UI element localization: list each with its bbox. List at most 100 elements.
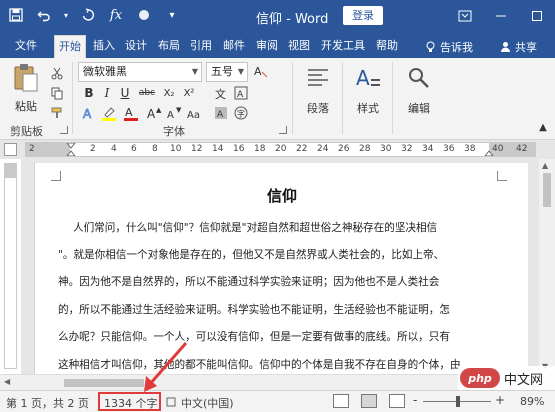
web-layout-icon[interactable]: [389, 394, 405, 408]
italic-button[interactable]: I: [98, 84, 116, 102]
group-divider: [342, 62, 343, 134]
minimize-icon[interactable]: [483, 0, 519, 32]
tab-home[interactable]: 开始: [54, 35, 86, 58]
strikethrough-button[interactable]: abc: [136, 84, 158, 102]
tab-developer[interactable]: 开发工具: [317, 35, 369, 58]
collapse-ribbon-icon[interactable]: ▲: [534, 118, 552, 136]
language-status[interactable]: 中文(中国): [181, 395, 234, 411]
paragraph-icon: [302, 62, 334, 94]
read-mode-icon[interactable]: [333, 394, 349, 408]
watermark-text: 中文网: [504, 372, 544, 388]
phonetic-guide-icon[interactable]: 文: [212, 84, 230, 102]
clear-format-icon[interactable]: A: [252, 62, 270, 80]
ribbon-display-icon[interactable]: [447, 0, 483, 32]
tab-insert[interactable]: 插入: [90, 35, 118, 58]
paragraph-line: 这种相信才叫信仰，其他的都不能叫信仰。信仰中的个体是自我不存在自身的个体，由: [58, 359, 461, 371]
tab-selector-icon[interactable]: [4, 143, 17, 156]
login-button[interactable]: 登录: [343, 6, 383, 25]
formula-icon[interactable]: fx: [106, 5, 126, 25]
zoom-in-button[interactable]: +: [495, 393, 505, 407]
window-title: 信仰 - Word: [256, 12, 329, 27]
tab-file[interactable]: 文件: [10, 35, 42, 58]
vertical-ruler[interactable]: [4, 163, 17, 369]
ruler-label: 4: [111, 144, 117, 154]
clipboard-launcher-icon[interactable]: [60, 126, 68, 134]
ruler-label: 30: [380, 144, 392, 154]
font-grow-icon[interactable]: A ▲: [146, 104, 164, 122]
document-page[interactable]: 信仰 人们常问，什么叫"信仰"？信仰就是"对超自然和超世俗之神秘存在的坚决相信 …: [34, 163, 528, 374]
svg-text:▼: ▼: [176, 106, 182, 114]
underline-button[interactable]: U: [116, 84, 134, 102]
format-painter-icon[interactable]: [48, 104, 66, 122]
ruler-label: 14: [212, 144, 224, 154]
editing-button[interactable]: 编辑: [403, 62, 435, 116]
scroll-left-icon[interactable]: ◀: [4, 377, 10, 386]
lightbulb-icon: [426, 41, 435, 52]
copy-icon[interactable]: [48, 84, 66, 102]
highlight-color-icon[interactable]: [100, 104, 118, 122]
font-shrink-icon[interactable]: A ▼: [166, 104, 184, 122]
right-indent-marker-icon[interactable]: [484, 148, 494, 156]
paragraph-line: "。就是你相信一个对象他是存在的，但他又不是自然界或人类社会的，比如上帝、: [58, 249, 445, 261]
quick-access-toolbar: ▾ fx ▾: [6, 5, 182, 25]
character-shading-icon[interactable]: A: [212, 104, 230, 122]
save-icon[interactable]: [6, 5, 26, 25]
font-color-icon[interactable]: A: [122, 104, 140, 122]
editing-icon: [403, 62, 435, 94]
scroll-up-icon[interactable]: ▲: [542, 161, 548, 170]
cut-icon[interactable]: [48, 64, 66, 82]
ruler-label: 22: [296, 144, 308, 154]
scroll-thumb[interactable]: [64, 379, 144, 387]
scroll-thumb[interactable]: [543, 173, 551, 207]
tab-references[interactable]: 引用: [187, 35, 215, 58]
horizontal-ruler[interactable]: 2 2 4 6 8 10 12 14 16 18 20 22 24 26 28 …: [25, 142, 536, 157]
zoom-out-button[interactable]: -: [413, 393, 417, 407]
tab-help[interactable]: 帮助: [373, 35, 401, 58]
redo-icon[interactable]: [78, 5, 98, 25]
tab-review[interactable]: 审阅: [253, 35, 281, 58]
group-divider: [392, 62, 393, 134]
zoom-slider-handle[interactable]: [456, 396, 460, 407]
font-launcher-icon[interactable]: [279, 126, 287, 134]
paste-button[interactable]: 粘贴: [10, 62, 42, 114]
styles-icon: A: [352, 62, 384, 94]
paragraph-button[interactable]: 段落: [302, 62, 334, 116]
svg-text:A: A: [217, 110, 224, 120]
zoom-level[interactable]: 89%: [520, 395, 544, 408]
print-layout-icon[interactable]: [361, 394, 377, 408]
superscript-button[interactable]: X²: [180, 84, 198, 102]
bold-button[interactable]: B: [80, 84, 98, 102]
maximize-icon[interactable]: [519, 0, 555, 32]
styles-label: 样式: [357, 102, 379, 115]
ruler-label: 34: [422, 144, 434, 154]
ruler-label: 38: [464, 144, 476, 154]
ruler-label: 42: [516, 144, 528, 154]
tell-me-box[interactable]: 告诉我: [425, 39, 473, 55]
styles-button[interactable]: A 样式: [352, 62, 384, 116]
share-button[interactable]: 共享: [500, 39, 537, 55]
word-count-highlight-box: [98, 392, 161, 411]
svg-text:文: 文: [215, 87, 226, 100]
tab-design[interactable]: 设计: [122, 35, 150, 58]
undo-dropdown-icon[interactable]: ▾: [62, 5, 70, 25]
vertical-scrollbar[interactable]: ▲ ▼: [539, 159, 555, 374]
page-number-status[interactable]: 第 1 页，共 2 页: [6, 395, 89, 411]
tab-layout[interactable]: 布局: [155, 35, 183, 58]
font-name-combo[interactable]: 微软雅黑 ▼: [78, 62, 202, 82]
change-case-icon[interactable]: Aa: [186, 104, 204, 122]
subscript-button[interactable]: X₂: [160, 84, 178, 102]
enclose-character-icon[interactable]: 字: [232, 104, 250, 122]
proofing-icon[interactable]: [166, 397, 176, 407]
character-border-icon[interactable]: A: [232, 84, 250, 102]
format-painter-icon[interactable]: [134, 5, 154, 25]
text-effects-icon[interactable]: A: [80, 104, 98, 122]
tab-view[interactable]: 视图: [285, 35, 313, 58]
font-size-combo[interactable]: 五号 ▼: [206, 62, 248, 82]
clipboard-group-label: 剪贴板: [10, 125, 43, 138]
ruler-row: 2 2 4 6 8 10 12 14 16 18 20 22 24 26 28 …: [0, 140, 555, 159]
undo-icon[interactable]: [34, 5, 54, 25]
paragraph-line: 么办呢？只能信仰。一个人，可以没有信仰，但是一定要有做事的底线。所以，只有: [58, 331, 450, 343]
indent-marker-icon[interactable]: [66, 143, 76, 156]
tab-mailings[interactable]: 邮件: [220, 35, 248, 58]
customize-icon[interactable]: ▾: [162, 5, 182, 25]
